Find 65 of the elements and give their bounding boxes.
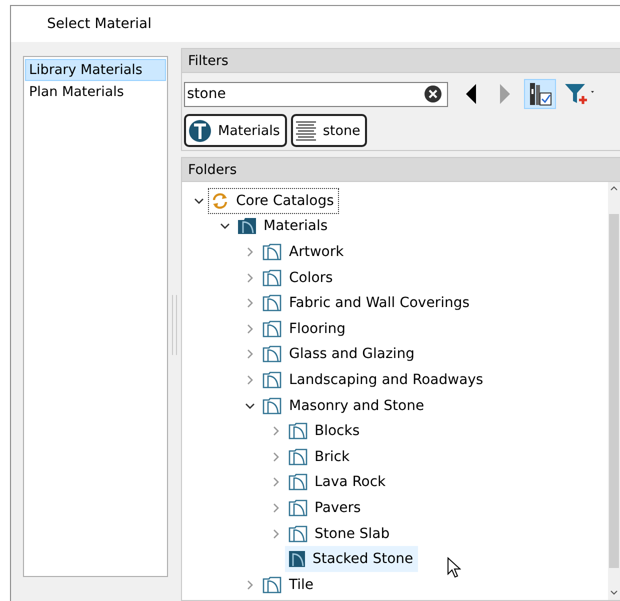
text-lines-icon (294, 120, 317, 142)
folder-icon (262, 268, 282, 287)
tree-item[interactable]: Blocks (284, 418, 365, 444)
mouse-pointer-icon (447, 557, 462, 580)
tree-item[interactable]: Tile (259, 572, 319, 598)
folder-icon (262, 345, 282, 364)
tree-item[interactable]: Brick (284, 444, 355, 470)
chevron-right-icon[interactable] (270, 502, 280, 513)
clear-icon[interactable] (424, 85, 442, 103)
tree-item[interactable]: Fabric and Wall Coverings (259, 290, 475, 316)
section-header: Filters (181, 48, 620, 73)
folder-icon (288, 422, 308, 440)
tree-item[interactable]: Colors (259, 264, 338, 291)
toggle-view-button[interactable] (524, 79, 556, 109)
folder-icon (236, 217, 256, 236)
material-icon (288, 550, 306, 568)
folder-icon (262, 396, 282, 415)
chevron-down-icon[interactable] (194, 196, 204, 206)
forward-arrow-icon (499, 83, 511, 105)
search-field[interactable]: stone (184, 82, 448, 106)
tree-item[interactable]: Glass and Glazing (259, 341, 420, 368)
tree-item[interactable]: Materials (234, 213, 333, 240)
folder-icon (288, 448, 308, 466)
tree-item[interactable]: Flooring (259, 316, 350, 342)
scrollbar[interactable] (608, 182, 620, 600)
folder-icon (262, 370, 282, 389)
window-title: Select Material (47, 16, 152, 32)
filter-chip[interactable]: stone (290, 114, 368, 147)
back-arrow-icon (465, 83, 477, 105)
tree-item[interactable]: Pavers (284, 494, 366, 521)
chevron-right-icon[interactable] (245, 349, 255, 360)
chevron-right-icon[interactable] (270, 477, 280, 488)
tree-item[interactable]: Stone Slab (284, 520, 395, 547)
folder-icon (262, 294, 282, 312)
chevron-right-icon[interactable] (245, 374, 255, 385)
chevron-right-icon[interactable] (245, 324, 255, 334)
chevron-right-icon[interactable] (270, 452, 280, 462)
sync-arrows-icon (211, 192, 229, 210)
chevron-down-icon[interactable] (220, 221, 230, 232)
folder-icon (288, 524, 308, 543)
catalog-view-icon (527, 81, 553, 107)
chevron-right-icon[interactable] (245, 298, 255, 308)
source-item[interactable]: Library Materials (25, 59, 166, 81)
chevron-right-icon[interactable] (245, 246, 255, 257)
tree-item[interactable]: Masonry and Stone (259, 392, 430, 419)
section-header: Folders (181, 157, 620, 182)
tree-item[interactable]: Core Catalogs (208, 188, 339, 214)
chevron-right-icon[interactable] (245, 580, 255, 590)
folder-icon (262, 320, 282, 338)
chevron-right-icon[interactable] (270, 426, 280, 436)
folder-icon (288, 498, 308, 517)
tree-item[interactable]: Landscaping and Roadways (259, 366, 488, 393)
folder-icon (288, 473, 308, 492)
type-icon (188, 118, 212, 142)
chevron-right-icon[interactable] (270, 528, 280, 539)
tree-item[interactable]: Lava Rock (284, 469, 391, 496)
chevron-down-icon[interactable] (245, 400, 255, 411)
filter-chip[interactable]: Materials (184, 114, 287, 147)
chevron-right-icon[interactable] (245, 272, 255, 283)
source-item[interactable]: Plan Materials (25, 81, 166, 103)
splitter-handle[interactable] (172, 294, 177, 354)
folder-icon (262, 242, 282, 261)
tree-item[interactable]: Artwork (259, 238, 349, 265)
add-filter-icon (563, 81, 597, 107)
folder-icon (262, 576, 282, 594)
